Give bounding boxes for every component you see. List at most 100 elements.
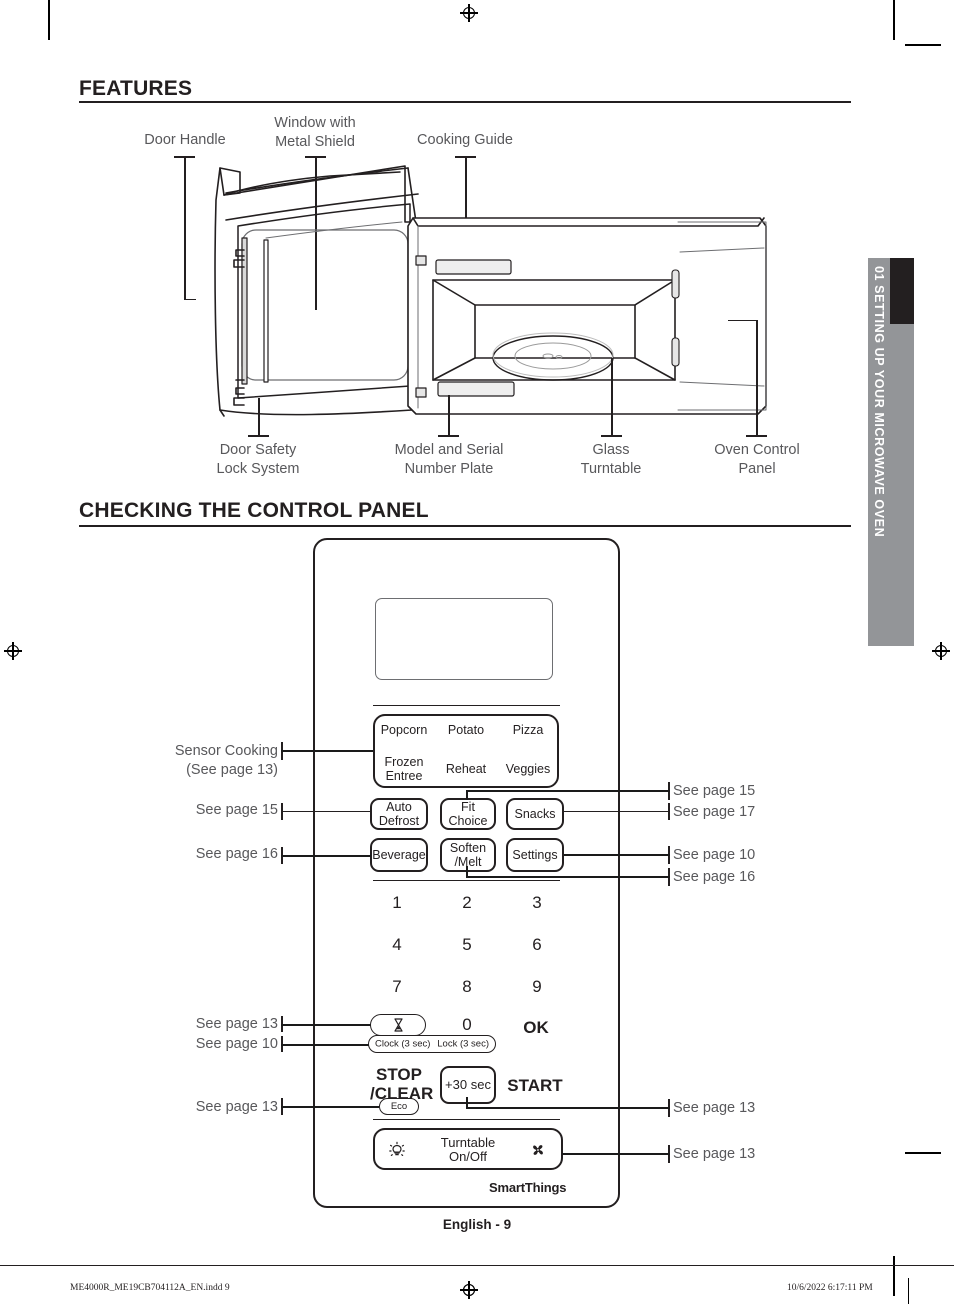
microwave-illustration (214, 165, 767, 417)
leader-tick-model-serial (438, 435, 459, 437)
sensor-key-veggies[interactable]: Veggies (497, 762, 559, 776)
annotation-line-see-page-15-left (281, 811, 371, 813)
leader-tick-glass-turntable (601, 435, 622, 437)
annotation-see-page-15-right: See page 15 (673, 783, 756, 799)
fan-icon[interactable] (528, 1140, 548, 1165)
numpad-key-6[interactable]: 6 (517, 935, 557, 955)
callout-door-safety-lock-system: Door Safety Lock System (216, 442, 300, 477)
sensor-key-frozen-entree[interactable]: Frozen Entree (373, 755, 435, 784)
features-rule (79, 101, 851, 103)
callout-window-metal-shield: Window with Metal Shield (274, 115, 356, 150)
registration-mark-top (460, 4, 478, 22)
button-soften-melt[interactable]: Soften /Melt (440, 838, 496, 872)
leader-tick-window-shield (305, 156, 326, 158)
callout-model-serial-number-plate: Model and Serial Number Plate (394, 442, 504, 477)
callout-glass-turntable: Glass Turntable (580, 442, 642, 477)
crop-mark-bl-h (905, 1152, 941, 1154)
annotation-see-page-10-left: See page 10 (195, 1036, 278, 1052)
light-bulb-icon[interactable] (387, 1140, 407, 1165)
numpad-key-4[interactable]: 4 (377, 935, 417, 955)
plus-30-sec-key[interactable]: +30 sec (440, 1066, 496, 1104)
annotation-see-page-15-left: See page 15 (195, 802, 278, 818)
annotation-see-page-16-left: See page 16 (195, 846, 278, 862)
annotation-line-see-page-13-turntable (562, 1153, 670, 1155)
eco-key[interactable]: Eco (379, 1098, 419, 1115)
button-snacks[interactable]: Snacks (506, 798, 564, 830)
footer-timestamp: 10/6/2022 6:17:11 PM (787, 1283, 873, 1293)
annotation-see-page-16-right: See page 16 (673, 869, 756, 885)
panel-divider-bottom (373, 1119, 560, 1121)
annotation-see-page-13-timer: See page 13 (195, 1016, 278, 1032)
page-number: English - 9 (442, 1217, 512, 1232)
lock-3sec-label: Lock (3 sec) (437, 1038, 489, 1050)
smartthings-brand: SmartThings (489, 1180, 567, 1195)
annotation-see-page-13-turntable: See page 13 (673, 1146, 756, 1162)
sensor-key-reheat[interactable]: Reheat (435, 762, 497, 776)
footer-crop-tick (908, 1278, 910, 1304)
hourglass-icon (393, 1018, 403, 1032)
annotation-line-see-page-16-right (466, 876, 670, 878)
sensor-key-pizza[interactable]: Pizza (497, 723, 559, 737)
crop-mark-tr-h (905, 44, 941, 46)
numpad-key-1[interactable]: 1 (377, 893, 417, 913)
control-panel-rule (79, 525, 851, 527)
callout-door-handle: Door Handle (144, 132, 226, 148)
registration-mark-left (4, 642, 22, 660)
clock-lock-pill[interactable]: Clock (3 sec) Lock (3 sec) (368, 1035, 496, 1053)
callout-oven-control-panel: Oven Control Panel (714, 442, 800, 477)
annotation-line-see-page-15-right (496, 790, 670, 792)
annotation-line-see-page-13-start (466, 1107, 670, 1109)
annotation-line-see-page-17-right (564, 811, 670, 813)
chapter-tab-label: 01 SETTING UP YOUR MICROWAVE OVEN (872, 266, 886, 538)
footer-rule (0, 1265, 954, 1266)
numpad-key-5[interactable]: 5 (447, 935, 487, 955)
registration-mark-right (932, 642, 950, 660)
numpad-key-8[interactable]: 8 (447, 977, 487, 997)
button-settings[interactable]: Settings (506, 838, 564, 872)
clock-3sec-label: Clock (3 sec) (375, 1038, 431, 1050)
leader-door-safety (258, 398, 260, 436)
chapter-tab-marker (890, 258, 914, 324)
annotation-see-page-17-right: See page 17 (673, 804, 756, 820)
sensor-key-popcorn[interactable]: Popcorn (373, 723, 435, 737)
leader-oven-control-panel-arm (728, 320, 758, 322)
numpad-key-9[interactable]: 9 (517, 977, 557, 997)
display-screen (375, 598, 553, 680)
start-key[interactable]: START (506, 1076, 564, 1096)
numpad-key-7[interactable]: 7 (377, 977, 417, 997)
leader-tick-door-handle (174, 156, 195, 158)
annotation-rise-see-page-16-right (466, 866, 468, 878)
annotation-line-see-page-13-timer (281, 1024, 371, 1026)
sensor-key-potato[interactable]: Potato (435, 723, 497, 737)
button-fit-choice[interactable]: Fit Choice (440, 798, 496, 830)
leader-tick-oven-control-panel (746, 435, 767, 437)
annotation-line-see-page-10-right (564, 854, 670, 856)
annotation-line-see-page-10-left (281, 1044, 369, 1046)
leader-tick-cooking-guide (455, 156, 476, 158)
footer-file-name: ME4000R_ME19CB704112A_EN.indd 9 (70, 1283, 230, 1293)
timer-key[interactable] (370, 1014, 426, 1036)
leader-tick-door-safety (248, 435, 269, 437)
footer-registration-mark (460, 1281, 478, 1299)
leader-oven-control-panel (756, 320, 758, 436)
control-panel-heading: CHECKING THE CONTROL PANEL (79, 499, 429, 522)
features-heading: FEATURES (79, 77, 193, 100)
panel-divider-mid (373, 880, 560, 882)
annotation-see-page-13-eco: See page 13 (195, 1099, 278, 1115)
callout-cooking-guide: Cooking Guide (417, 132, 513, 148)
numpad-key-0[interactable]: 0 (447, 1015, 487, 1035)
crop-mark-bl-v (893, 1256, 895, 1296)
annotation-elbow-see-page-15-right (466, 790, 498, 792)
annotation-line-see-page-16-left (281, 855, 371, 857)
crop-mark-tr-v (893, 0, 895, 40)
panel-divider-top (373, 705, 560, 707)
crop-mark-tl-v (48, 0, 50, 40)
turntable-on-off-label[interactable]: Turntable On/Off (420, 1135, 516, 1165)
annotation-sensor-cooking: Sensor Cooking (See page 13) (174, 743, 278, 778)
button-auto-defrost[interactable]: Auto Defrost (370, 798, 428, 830)
numpad-key-2[interactable]: 2 (447, 893, 487, 913)
ok-key[interactable]: OK (510, 1018, 562, 1038)
button-beverage[interactable]: Beverage (370, 838, 428, 872)
annotation-see-page-10-right: See page 10 (673, 847, 756, 863)
numpad-key-3[interactable]: 3 (517, 893, 557, 913)
